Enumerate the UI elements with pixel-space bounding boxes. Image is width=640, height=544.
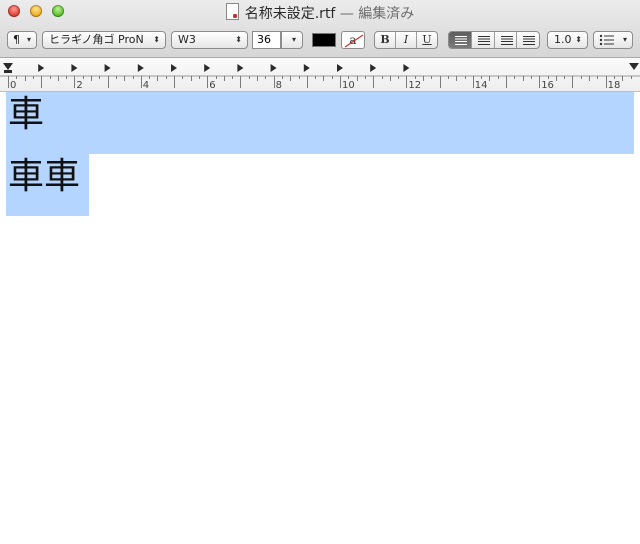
- right-margin-marker: [629, 63, 639, 70]
- ruler-label: 16: [541, 80, 554, 91]
- ruler-label: 4: [143, 80, 149, 91]
- left-indent-marker: [4, 70, 12, 73]
- ruler-label: 14: [475, 80, 488, 91]
- text-color-well[interactable]: [312, 33, 336, 47]
- font-family-value: ヒラギノ角ゴ ProN: [49, 33, 144, 46]
- align-left-icon: [455, 36, 467, 45]
- bold-label: B: [380, 33, 390, 46]
- alignment-segment: [448, 31, 540, 49]
- chevron-down-icon: ▾: [291, 35, 296, 44]
- line-spacing-popup[interactable]: 1.0 ⬍: [547, 31, 588, 49]
- ruler-label: 6: [209, 80, 215, 91]
- italic-button[interactable]: I: [396, 32, 417, 48]
- paragraph-styles-button[interactable]: ¶ ▾: [7, 31, 37, 49]
- font-size-field[interactable]: 36: [252, 31, 281, 49]
- tab-stop-marker: [204, 64, 211, 72]
- bold-button[interactable]: B: [375, 32, 396, 48]
- text-style-segment: B I U: [374, 31, 438, 49]
- tab-stop-marker: [71, 64, 78, 72]
- ruler-label: 0: [10, 80, 16, 91]
- highlight-color-well[interactable]: a: [341, 31, 365, 49]
- tab-stop-marker: [337, 64, 343, 72]
- bulleted-list-icon: [599, 34, 614, 46]
- window-chrome: 名称未設定.rtf — 編集済み ¶ ▾ ヒラギノ角ゴ ProN ⬍ W3 ⬍ 36 …: [0, 0, 640, 58]
- tab-stop-marker: [104, 64, 111, 72]
- line-spacing-value: 1.0: [554, 33, 572, 46]
- list-bullets-popup[interactable]: ▾: [593, 31, 633, 49]
- ruler-graphics: 0 2 4 6 8 10 12 14 16 18: [0, 63, 640, 91]
- tab-stop-marker: [137, 64, 144, 72]
- ruler[interactable]: 0 2 4 6 8 10 12 14 16 18: [0, 58, 640, 92]
- tab-stop-marker: [270, 64, 277, 72]
- document-line-1[interactable]: 車: [8, 95, 44, 135]
- italic-label: I: [403, 33, 409, 46]
- tab-stop-marker: [303, 64, 310, 72]
- align-justify-icon: [523, 36, 536, 45]
- tab-stop-marker: [370, 64, 377, 72]
- font-size-value: 36: [257, 33, 271, 46]
- tab-stop-marker: [171, 64, 177, 72]
- font-size-dropdown[interactable]: ▾: [281, 31, 303, 49]
- align-center-button[interactable]: [472, 32, 495, 48]
- align-justify-button[interactable]: [517, 32, 539, 48]
- font-typeface-popup[interactable]: W3 ⬍: [171, 31, 248, 49]
- paragraph-icon: ¶: [13, 33, 20, 46]
- window-title: 名称未設定.rtf — 編集済み: [0, 3, 640, 23]
- ruler-label: 10: [342, 80, 355, 91]
- rtf-document-icon[interactable]: [225, 3, 239, 20]
- ruler-label: 8: [276, 80, 282, 91]
- align-left-button[interactable]: [449, 32, 472, 48]
- textedit-window: 名称未設定.rtf — 編集済み ¶ ▾ ヒラギノ角ゴ ProN ⬍ W3 ⬍ 36 …: [0, 0, 640, 544]
- align-right-icon: [500, 36, 513, 45]
- file-name: 名称未設定.rtf: [244, 6, 336, 22]
- underline-label: U: [422, 33, 432, 46]
- chevron-down-icon: ▾: [26, 35, 31, 44]
- align-center-icon: [477, 36, 490, 45]
- chevron-down-icon: ▾: [622, 35, 627, 44]
- document-body[interactable]: 車 車車: [0, 92, 640, 544]
- underline-button[interactable]: U: [417, 32, 437, 48]
- font-family-popup[interactable]: ヒラギノ角ゴ ProN ⬍: [42, 31, 166, 49]
- ruler-label: 18: [608, 80, 621, 91]
- ruler-label: 2: [76, 80, 82, 91]
- align-right-button[interactable]: [495, 32, 518, 48]
- font-typeface-value: W3: [178, 33, 196, 46]
- first-line-indent-marker: [3, 63, 13, 70]
- updown-arrows-icon: ⬍: [153, 35, 160, 44]
- tab-stop-marker: [38, 64, 45, 72]
- ruler-label: 12: [408, 80, 421, 91]
- updown-arrows-icon: ⬍: [575, 35, 582, 44]
- updown-arrows-icon: ⬍: [235, 35, 242, 44]
- tab-stop-marker: [237, 64, 244, 72]
- document-line-2[interactable]: 車車: [8, 157, 80, 197]
- edited-status: — 編集済み: [339, 6, 415, 22]
- selection-highlight-line-1: [6, 92, 634, 154]
- tab-stop-marker: [403, 64, 410, 72]
- no-color-slash-icon: [344, 34, 364, 48]
